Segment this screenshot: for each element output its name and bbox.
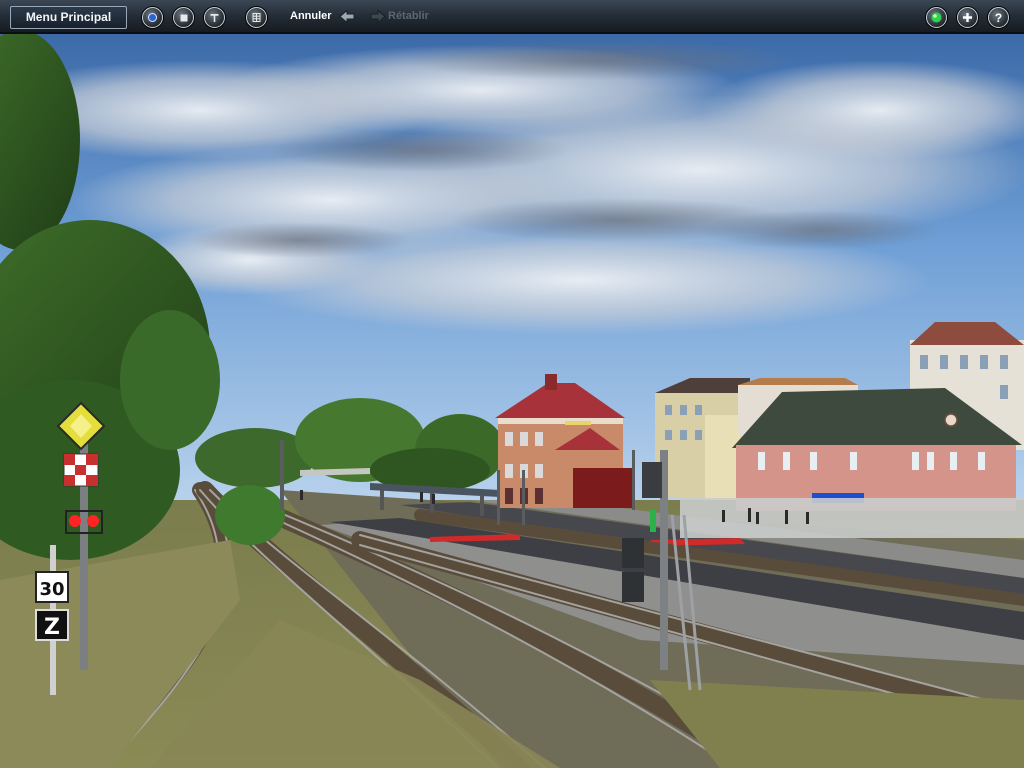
help-icon[interactable]: ? xyxy=(988,7,1009,28)
railway-scene-viewport[interactable]: 30 Z xyxy=(0,34,1024,768)
zone-sign: Z xyxy=(35,609,69,641)
status-light-icon[interactable] xyxy=(926,7,947,28)
railway-scene: 30 Z xyxy=(0,34,1024,768)
view-mode-icon[interactable] xyxy=(142,7,163,28)
svg-text:?: ? xyxy=(995,11,1002,24)
grid-icon[interactable] xyxy=(246,7,267,28)
main-menu-button[interactable]: Menu Principal xyxy=(10,6,127,29)
add-icon[interactable] xyxy=(957,7,978,28)
undo-arrow-icon[interactable] xyxy=(339,9,355,24)
top-toolbar: Menu Principal Annuler Rétablir ? xyxy=(0,0,1024,34)
undo-button[interactable]: Annuler xyxy=(290,10,332,22)
stop-icon[interactable] xyxy=(173,7,194,28)
speed-limit-sign: 30 xyxy=(35,571,69,603)
speed-limit-value: 30 xyxy=(39,579,64,600)
zone-letter: Z xyxy=(44,615,60,640)
tools-icon[interactable] xyxy=(204,7,225,28)
redo-button[interactable]: Rétablir xyxy=(388,10,429,22)
redo-arrow-icon[interactable] xyxy=(370,9,386,24)
